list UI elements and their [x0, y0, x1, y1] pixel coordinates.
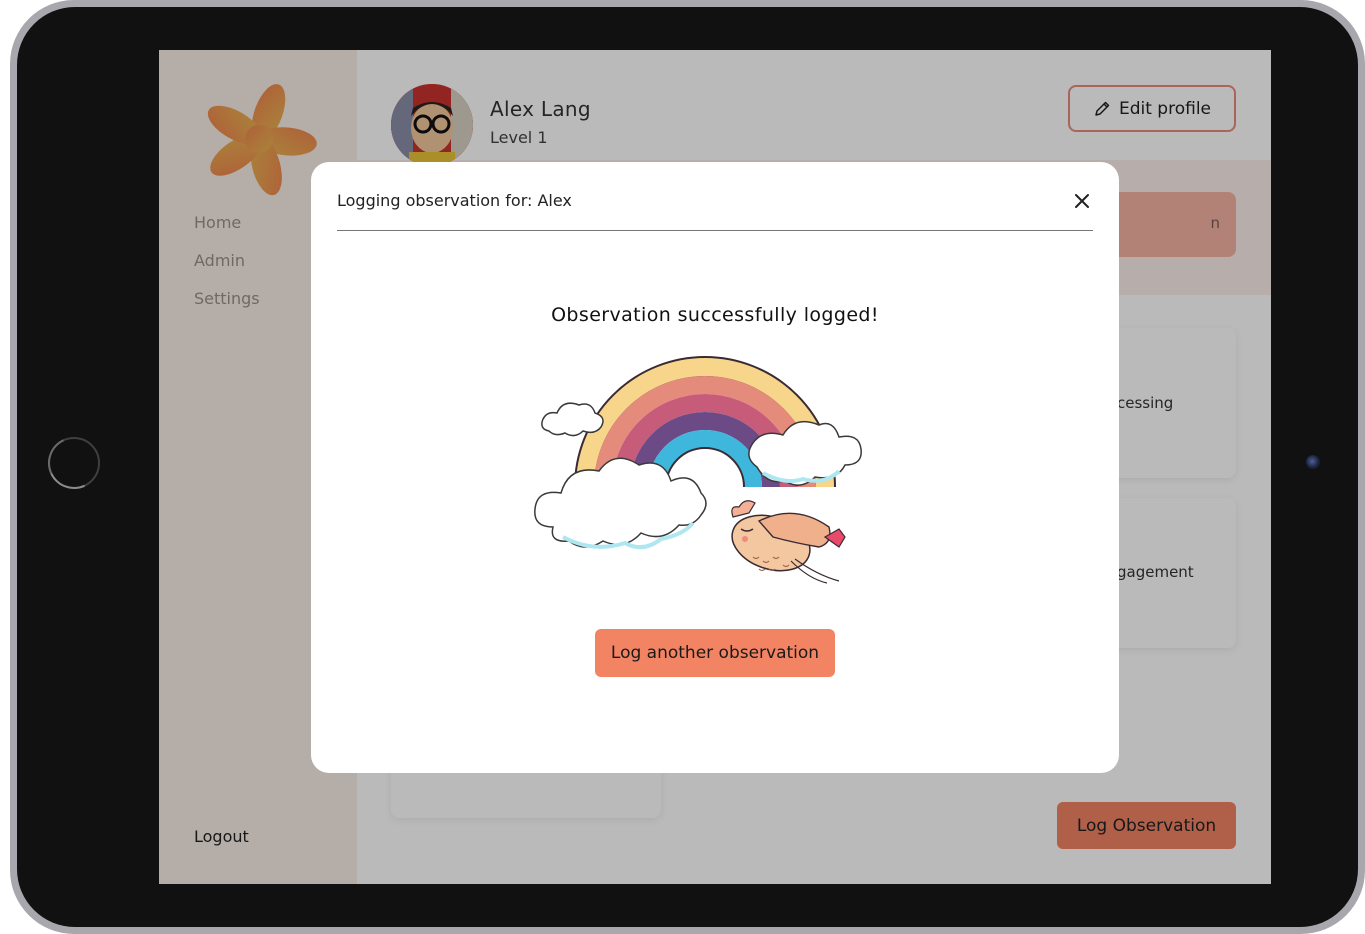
home-button: [48, 437, 100, 489]
observation-modal: Logging observation for: Alex Observatio…: [311, 162, 1119, 773]
rainbow-illustration: [534, 356, 862, 584]
modal-divider: [337, 230, 1093, 231]
success-message: Observation successfully logged!: [551, 304, 879, 326]
close-icon[interactable]: [1071, 190, 1093, 212]
log-another-observation-button[interactable]: Log another observation: [595, 629, 835, 677]
bird-illustration: [731, 500, 846, 584]
front-camera: [1306, 455, 1320, 469]
modal-title: Logging observation for: Alex: [337, 191, 572, 210]
